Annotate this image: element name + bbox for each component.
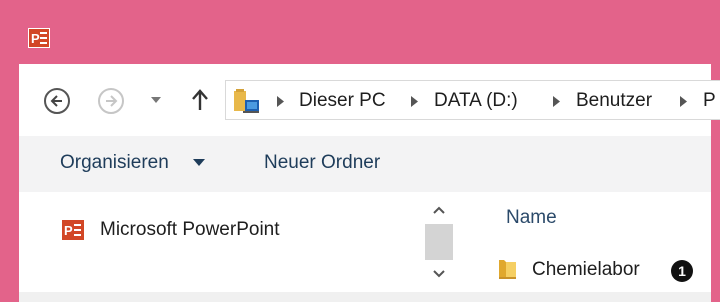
this-pc-icon (234, 89, 259, 113)
back-button[interactable] (44, 88, 70, 114)
forward-button[interactable] (98, 88, 124, 114)
breadcrumb-benutzer[interactable]: Benutzer (576, 90, 652, 112)
scroll-up-chevron-icon[interactable] (433, 206, 445, 214)
breadcrumb-partial[interactable]: P (703, 90, 716, 112)
breadcrumb-data-drive[interactable]: DATA (D:) (434, 90, 518, 112)
powerpoint-icon: P (62, 220, 84, 240)
pane-divider[interactable] (455, 192, 456, 292)
breadcrumb-separator-icon[interactable] (553, 96, 560, 107)
svg-text:P: P (64, 223, 73, 238)
status-area (19, 292, 711, 302)
new-folder-button[interactable]: Neuer Ordner (264, 152, 380, 174)
svg-text:P: P (31, 31, 40, 46)
navigation-pane (19, 192, 455, 292)
breadcrumb-separator-icon[interactable] (680, 96, 687, 107)
window-border-left (0, 64, 19, 302)
folder-icon (499, 260, 516, 279)
back-arrow-icon (50, 95, 62, 107)
breadcrumb-this-pc[interactable]: Dieser PC (299, 90, 386, 112)
column-header-name[interactable]: Name (506, 207, 557, 229)
powerpoint-icon: P (28, 28, 50, 48)
up-arrow-icon[interactable] (191, 88, 209, 112)
breadcrumb-separator-icon[interactable] (277, 96, 284, 107)
file-item-chemielabor[interactable]: Chemielabor (532, 259, 640, 281)
chevron-down-icon[interactable] (193, 159, 205, 166)
scroll-down-chevron-icon[interactable] (433, 270, 445, 278)
organize-button[interactable]: Organisieren (60, 152, 169, 174)
title-bar (0, 0, 720, 64)
scrollbar-thumb[interactable] (425, 224, 453, 260)
nav-item-microsoft-powerpoint[interactable]: Microsoft PowerPoint (100, 219, 280, 241)
breadcrumb-separator-icon[interactable] (411, 96, 418, 107)
recent-locations-chevron-down-icon[interactable] (151, 97, 161, 105)
forward-arrow-icon (106, 95, 118, 107)
callout-badge: 1 (671, 260, 693, 282)
